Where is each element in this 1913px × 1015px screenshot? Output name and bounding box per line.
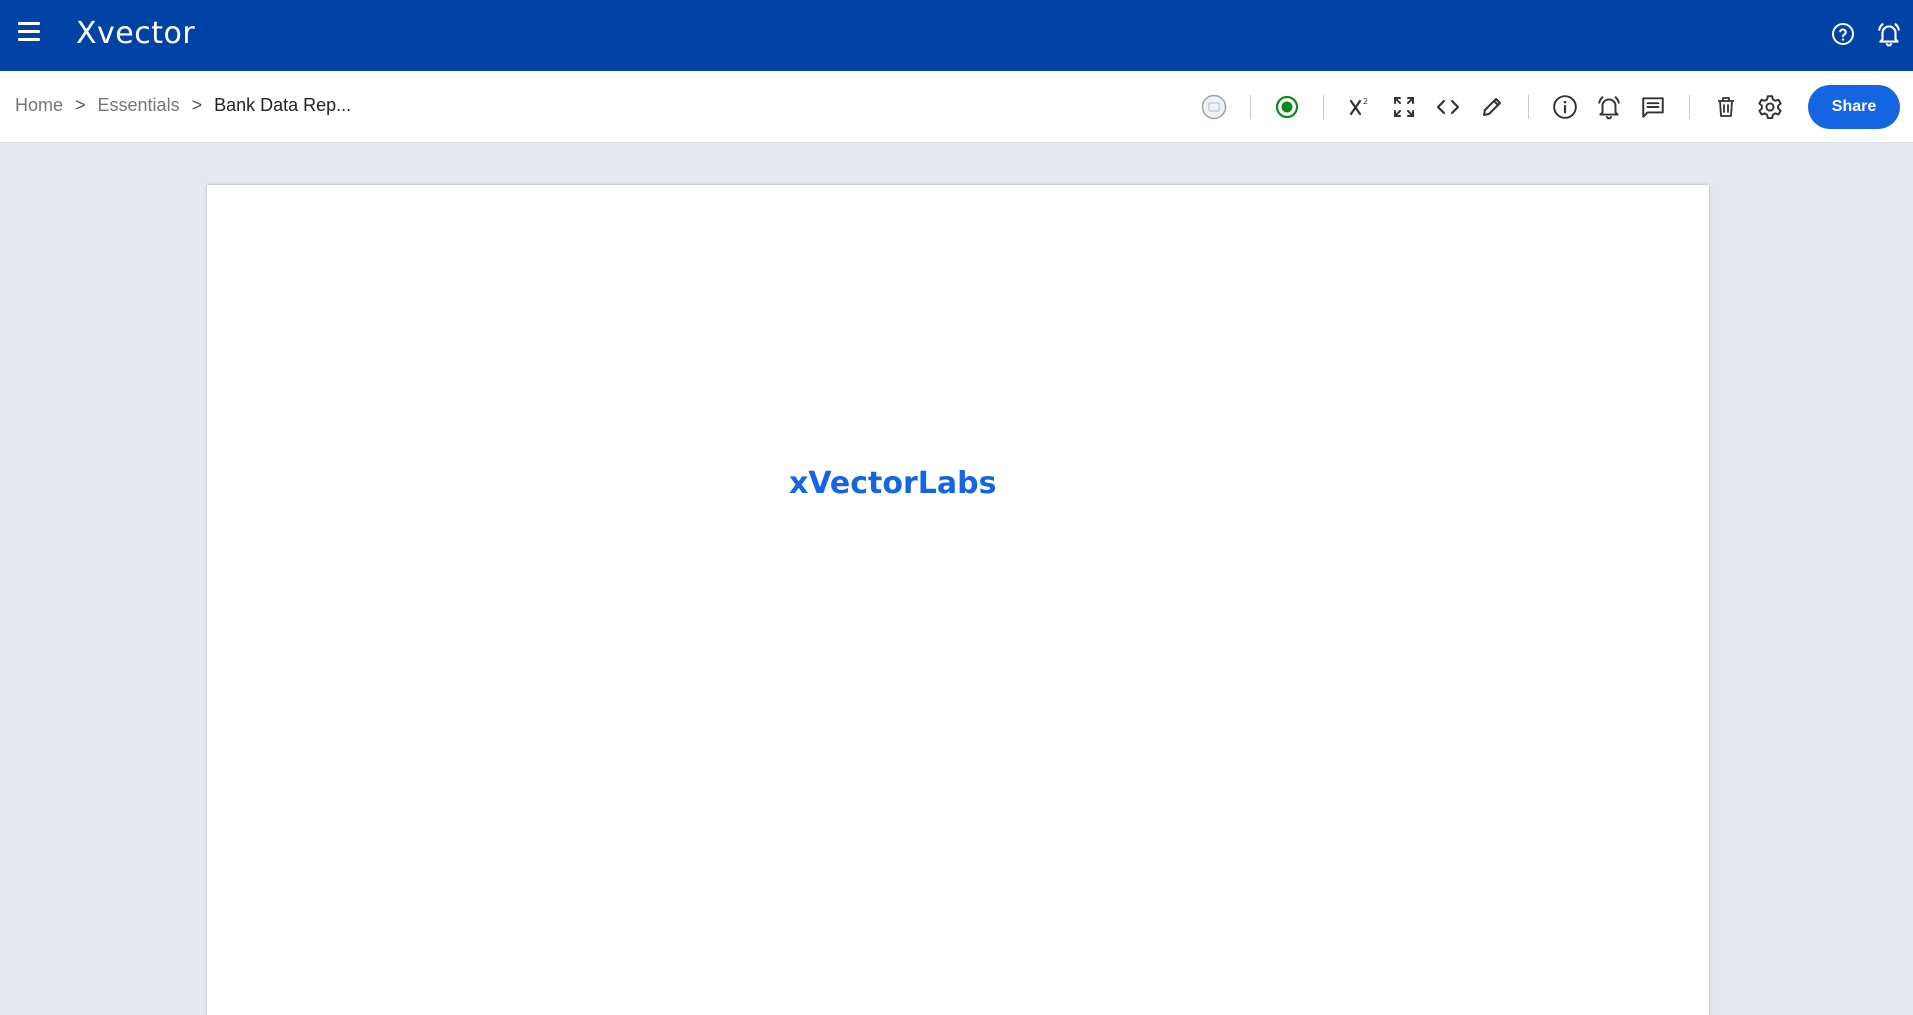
status-live-icon[interactable] [1271, 91, 1303, 123]
document-title: xVectorLabs [789, 466, 997, 501]
superscript-icon[interactable]: 2 [1344, 91, 1376, 123]
code-icon[interactable] [1432, 91, 1464, 123]
document-page[interactable]: xVectorLabs [207, 185, 1709, 1015]
delete-trash-icon[interactable] [1710, 91, 1742, 123]
help-circle-icon[interactable] [1829, 20, 1857, 48]
app-logo[interactable]: Xvector [76, 16, 195, 51]
breadcrumb-separator: > [75, 95, 86, 115]
settings-gear-icon[interactable] [1754, 91, 1786, 123]
toolbar-actions: 2 Share [1192, 71, 1913, 143]
breadcrumb-current-page: Bank Data Rep... [214, 95, 352, 115]
comments-icon[interactable] [1637, 91, 1669, 123]
alert-bell-icon[interactable] [1593, 91, 1625, 123]
fullscreen-icon[interactable] [1388, 91, 1420, 123]
document-toolbar: Home > Essentials > Bank Data Rep... 2 S… [0, 71, 1913, 143]
share-button[interactable]: Share [1808, 85, 1900, 129]
header-actions [1829, 20, 1903, 48]
breadcrumb-separator: > [191, 95, 203, 115]
breadcrumb: Home > Essentials > Bank Data Rep... [15, 95, 351, 116]
edit-pencil-icon[interactable] [1476, 91, 1508, 123]
svg-text:2: 2 [1363, 97, 1368, 106]
info-icon[interactable] [1549, 91, 1581, 123]
avatar-placeholder-icon[interactable] [1198, 91, 1230, 123]
app-header: Xvector [0, 0, 1913, 71]
document-canvas[interactable]: xVectorLabs [0, 143, 1913, 1015]
hamburger-menu-icon[interactable] [14, 22, 44, 50]
toolbar-divider [1689, 95, 1690, 119]
toolbar-divider [1528, 95, 1529, 119]
toolbar-divider [1323, 95, 1324, 119]
toolbar-divider [1250, 95, 1251, 119]
bell-alert-icon[interactable] [1875, 20, 1903, 48]
breadcrumb-home[interactable]: Home [15, 95, 63, 116]
breadcrumb-essentials[interactable]: Essentials [98, 95, 180, 116]
